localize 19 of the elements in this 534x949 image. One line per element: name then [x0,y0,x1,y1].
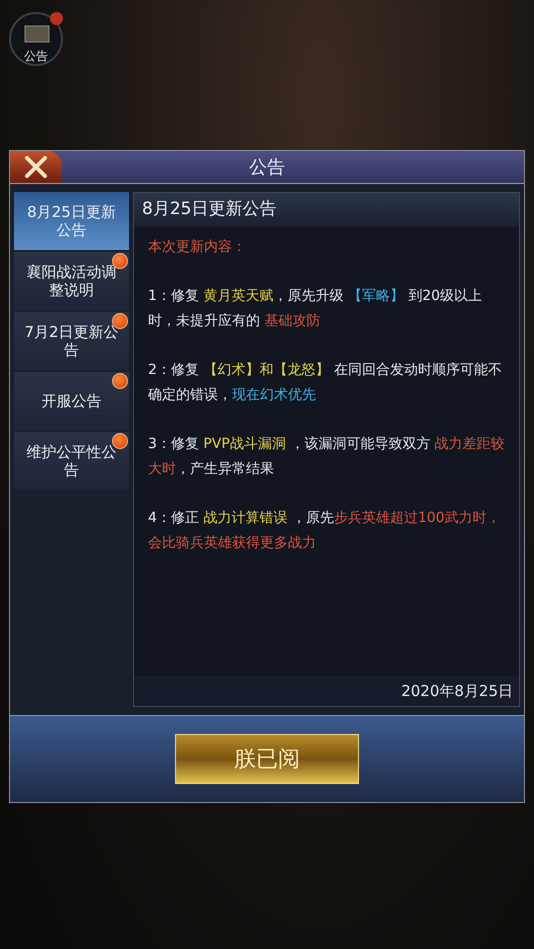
update-note-paragraph: 本次更新内容： [148,238,247,257]
update-note-paragraph: 2：修复 【幻术】和【龙怒】 在同回合发动时顺序可能不确定的错误，现在幻术优先 [148,361,503,405]
notice-tab[interactable]: 开服公告 [14,372,129,430]
close-icon [24,156,48,178]
notice-tab[interactable]: 8月25日更新公告 [14,192,129,250]
notice-tab[interactable]: 襄阳战活动调整说明 [14,252,129,310]
notice-scroll-button[interactable]: 公告 [9,12,63,66]
confirm-button[interactable]: 朕已阅 [175,734,359,784]
notice-label: 公告 [24,50,48,62]
scroll-icon [23,24,51,44]
update-note-paragraph: 1：修复 黄月英天赋，原先升级 【军略】 到20级以上时，未提升应有的 基础攻防 [148,287,484,331]
dialog-title: 公告 [248,156,286,180]
close-button[interactable] [10,151,62,183]
update-note-paragraph: 3：修复 PVP战斗漏洞 ，该漏洞可能导致双方 战力差距较大时，产生异常结果 [148,435,505,479]
notice-date: 2020年8月25日 [401,680,513,702]
content-heading: 8月25日更新公告 [134,193,519,227]
notice-tab[interactable]: 7月2日更新公告 [14,312,129,370]
update-note-paragraph: 4：修正 战力计算错误 ，原先步兵英雄超过100武力时，会比骑兵英雄获得更多战力 [148,509,502,553]
notice-tab[interactable]: 维护公平性公告 [14,432,129,490]
